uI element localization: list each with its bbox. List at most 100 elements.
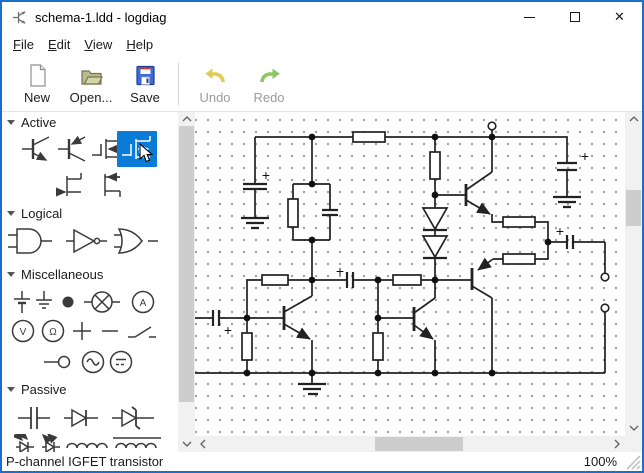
palette-item-voltmeter[interactable]: V bbox=[10, 318, 36, 344]
led-icon bbox=[40, 434, 62, 452]
junction-dot-icon bbox=[60, 289, 76, 315]
palette-item-inductor[interactable] bbox=[66, 434, 110, 452]
pnp-transistor-icon bbox=[56, 134, 90, 164]
palette-item-inductor-with-core[interactable] bbox=[112, 434, 162, 452]
undo-button[interactable]: Undo bbox=[188, 63, 242, 105]
menu-file[interactable]: File bbox=[6, 34, 41, 55]
palette-item-diode[interactable] bbox=[62, 403, 100, 433]
svg-text:+: + bbox=[262, 167, 270, 183]
canvas-vertical-scrollbar[interactable] bbox=[625, 112, 642, 436]
menu-help[interactable]: Help bbox=[119, 34, 160, 55]
scroll-up-icon[interactable] bbox=[625, 112, 642, 126]
photodiode-icon bbox=[14, 434, 36, 452]
redo-icon bbox=[257, 63, 282, 88]
palette-item-switch[interactable] bbox=[126, 318, 158, 344]
scroll-left-icon[interactable] bbox=[196, 436, 210, 452]
palette-item-cell[interactable] bbox=[12, 289, 32, 315]
palette-item-lamp[interactable] bbox=[82, 289, 122, 315]
palette-item-photodiode[interactable] bbox=[14, 434, 36, 452]
ground-icon bbox=[34, 289, 54, 315]
palette-item-ground[interactable] bbox=[34, 289, 54, 315]
horizontal-scrollbar-thumb[interactable] bbox=[375, 437, 463, 451]
scroll-right-icon[interactable] bbox=[610, 436, 624, 452]
collapse-triangle-icon bbox=[7, 120, 15, 125]
palette-item-or-gate[interactable] bbox=[112, 226, 160, 256]
resize-grip-icon[interactable] bbox=[623, 454, 641, 470]
close-icon: ✕ bbox=[614, 9, 625, 25]
maximize-button[interactable] bbox=[552, 2, 597, 32]
palette-item-not-gate[interactable] bbox=[64, 226, 108, 256]
zener-diode-icon bbox=[110, 403, 156, 433]
app-icon bbox=[11, 9, 28, 26]
palette-item-junction[interactable] bbox=[60, 289, 76, 315]
palette-item-zener-diode[interactable] bbox=[110, 403, 156, 433]
palette-item-dc-source[interactable] bbox=[108, 349, 134, 375]
scrollbar-corner bbox=[625, 436, 642, 452]
status-message: P-channel IGFET transistor bbox=[6, 454, 163, 469]
scroll-down-icon[interactable] bbox=[178, 437, 195, 451]
palette-item-ammeter[interactable]: A bbox=[130, 289, 156, 315]
lamp-icon bbox=[82, 289, 122, 315]
palette-item-wire-cross[interactable] bbox=[72, 318, 92, 344]
section-header-active[interactable]: Active bbox=[7, 115, 56, 130]
svg-text:V: V bbox=[20, 327, 27, 338]
collapse-triangle-icon bbox=[7, 387, 15, 392]
palette-item-ac-source[interactable] bbox=[80, 349, 106, 375]
menu-edit[interactable]: Edit bbox=[41, 34, 77, 55]
new-button[interactable]: New bbox=[10, 63, 64, 105]
palette-scrollbar-thumb[interactable] bbox=[179, 126, 194, 402]
open-button[interactable]: Open... bbox=[64, 63, 118, 105]
transistors bbox=[284, 172, 493, 339]
redo-button[interactable]: Redo bbox=[242, 63, 296, 105]
svg-text:Ω: Ω bbox=[49, 327, 57, 338]
svg-text:+: + bbox=[224, 322, 232, 338]
menu-view[interactable]: View bbox=[77, 34, 119, 55]
palette-item-p-channel-jfet[interactable] bbox=[90, 170, 124, 200]
palette-item-terminal[interactable] bbox=[42, 349, 72, 375]
palette-item-capacitor[interactable] bbox=[16, 403, 52, 433]
palette-item-p-channel-igfet[interactable] bbox=[117, 131, 157, 167]
palette-item-ohmmeter[interactable]: Ω bbox=[40, 318, 66, 344]
menubar: File Edit View Help bbox=[2, 32, 642, 56]
scroll-up-icon[interactable] bbox=[178, 112, 195, 126]
p-channel-jfet-icon bbox=[90, 170, 124, 200]
minimize-button[interactable] bbox=[507, 2, 552, 32]
inductor-icon bbox=[66, 434, 110, 452]
titlebar[interactable]: schema-1.ldd - logdiag ✕ bbox=[2, 2, 642, 32]
vertical-scrollbar-thumb[interactable] bbox=[626, 190, 641, 226]
palette-item-and-gate[interactable] bbox=[6, 226, 54, 256]
collapse-triangle-icon bbox=[7, 272, 15, 277]
minimize-icon bbox=[524, 17, 535, 18]
main-area: Active bbox=[2, 112, 642, 452]
palette-item-led[interactable] bbox=[40, 434, 62, 452]
cell-icon bbox=[12, 289, 32, 315]
polarity-marks: + + + + + bbox=[224, 148, 589, 338]
scroll-down-icon[interactable] bbox=[625, 421, 642, 435]
circuit-schematic: + + + + + bbox=[195, 112, 625, 436]
canvas-horizontal-scrollbar[interactable] bbox=[195, 436, 625, 452]
schematic-canvas[interactable]: + + + + + bbox=[195, 112, 625, 436]
palette-item-pnp-transistor[interactable] bbox=[56, 134, 90, 164]
maximize-icon bbox=[570, 12, 580, 22]
palette-item-wire[interactable] bbox=[100, 318, 120, 344]
close-button[interactable]: ✕ bbox=[597, 2, 642, 32]
save-button[interactable]: Save bbox=[118, 63, 172, 105]
app-window: schema-1.ldd - logdiag ✕ File Edit View … bbox=[0, 0, 644, 473]
svg-text:+: + bbox=[556, 223, 564, 239]
section-header-miscellaneous[interactable]: Miscellaneous bbox=[7, 267, 103, 282]
or-gate-icon bbox=[112, 226, 160, 256]
palette-item-npn-transistor[interactable] bbox=[20, 134, 54, 164]
svg-text:A: A bbox=[140, 298, 147, 309]
symbol-palette: Active bbox=[2, 112, 178, 452]
palette-scrollbar[interactable] bbox=[178, 112, 195, 452]
ohmmeter-icon: Ω bbox=[40, 318, 66, 344]
palette-item-n-channel-jfet[interactable] bbox=[54, 170, 88, 200]
toolbar: New Open... Save Undo bbox=[2, 56, 642, 112]
npn-transistor-icon bbox=[20, 134, 54, 164]
svg-text:+: + bbox=[336, 263, 344, 279]
wires bbox=[195, 130, 605, 384]
section-header-passive[interactable]: Passive bbox=[7, 382, 67, 397]
section-header-logical[interactable]: Logical bbox=[7, 206, 62, 221]
wire-icon bbox=[100, 318, 120, 344]
statusbar: P-channel IGFET transistor 100% bbox=[2, 452, 642, 471]
